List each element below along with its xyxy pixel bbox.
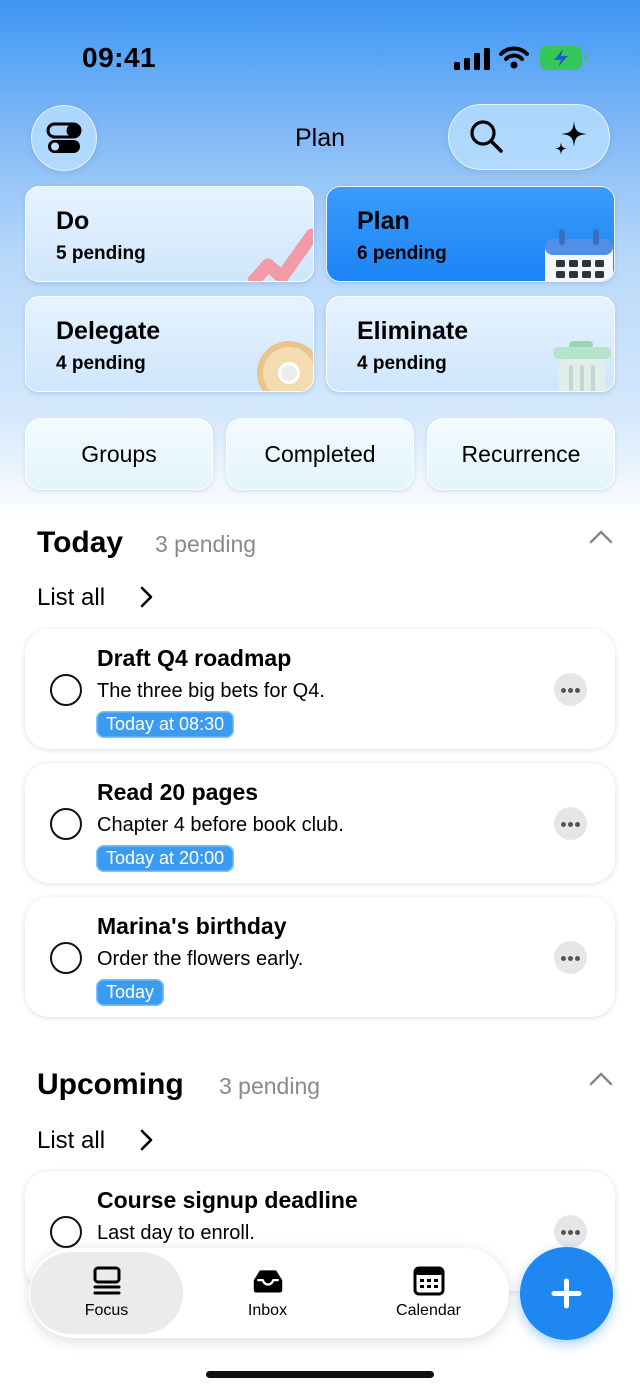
- task-note: Last day to enroll.: [97, 1222, 255, 1244]
- plus-icon: [551, 1278, 582, 1309]
- tab-inbox[interactable]: Inbox: [191, 1252, 344, 1334]
- section-title-today: Today: [37, 526, 124, 559]
- task-note: Order the flowers early.: [97, 948, 304, 970]
- quadrant-plan[interactable]: Plan 6 pending: [326, 186, 615, 282]
- quadrant-title: Do: [56, 207, 90, 235]
- quadrant-count: 4 pending: [357, 353, 447, 374]
- calendar-icon: [545, 229, 613, 281]
- header-actions: [448, 104, 610, 170]
- tab-focus[interactable]: Focus: [30, 1252, 183, 1334]
- inbox-icon: [253, 1270, 282, 1293]
- list-all-upcoming-link[interactable]: List all: [37, 1127, 105, 1155]
- task-card[interactable]: Marina's birthday Order the flowers earl…: [25, 897, 615, 1017]
- quadrant-do[interactable]: Do 5 pending: [25, 186, 314, 282]
- more-options-icon[interactable]: [554, 807, 587, 840]
- chart-icon: [248, 228, 313, 281]
- sparkles-icon[interactable]: [551, 117, 591, 157]
- complete-radio[interactable]: [50, 1216, 82, 1248]
- section-count-upcoming: 3 pending: [219, 1073, 321, 1099]
- task-title: Draft Q4 roadmap: [97, 645, 292, 671]
- tab-label: Inbox: [247, 1302, 288, 1319]
- status-time: 09:41: [82, 42, 157, 73]
- search-icon[interactable]: [467, 117, 507, 157]
- quadrant-delegate[interactable]: Delegate 4 pending: [25, 296, 314, 392]
- complete-radio[interactable]: [50, 942, 82, 974]
- task-title: Marina's birthday: [97, 913, 287, 939]
- chevron-right-icon[interactable]: [140, 586, 154, 608]
- status-bar: 09:41: [0, 0, 640, 110]
- quadrant-count: 5 pending: [56, 243, 146, 264]
- more-options-icon[interactable]: [554, 1215, 587, 1248]
- quadrant-title: Plan: [357, 207, 410, 235]
- due-badge: Today at 20:00: [96, 845, 235, 872]
- task-card[interactable]: Read 20 pages Chapter 4 before book club…: [25, 763, 615, 883]
- complete-radio[interactable]: [50, 808, 82, 840]
- quadrant-count: 6 pending: [357, 243, 447, 264]
- task-title: Course signup deadline: [97, 1187, 358, 1213]
- trash-icon: [553, 341, 611, 391]
- home-indicator: [206, 1371, 434, 1378]
- complete-radio[interactable]: [50, 674, 82, 706]
- task-card[interactable]: Draft Q4 roadmap The three big bets for …: [25, 629, 615, 749]
- tab-label: Focus: [84, 1302, 129, 1319]
- add-task-button[interactable]: [520, 1247, 613, 1340]
- battery-charging-icon: [540, 46, 588, 70]
- task-title: Read 20 pages: [97, 779, 259, 805]
- tab-bar: Focus Inbox Calendar: [29, 1248, 509, 1338]
- filter-completed-button[interactable]: Completed: [226, 418, 414, 490]
- chevron-up-icon[interactable]: [589, 530, 613, 544]
- wifi-icon: [499, 46, 529, 69]
- quadrant-title: Eliminate: [357, 317, 469, 345]
- chevron-up-icon[interactable]: [589, 1072, 613, 1086]
- donut-icon: [257, 341, 313, 391]
- quadrant-eliminate[interactable]: Eliminate 4 pending: [326, 296, 615, 392]
- quadrant-count: 4 pending: [56, 353, 146, 374]
- section-count-today: 3 pending: [155, 531, 257, 557]
- calendar-icon: [413, 1266, 444, 1296]
- tab-label: Calendar: [396, 1302, 461, 1319]
- chevron-right-icon[interactable]: [140, 1129, 154, 1151]
- section-title-upcoming: Upcoming: [37, 1068, 184, 1101]
- filter-recurrence-button[interactable]: Recurrence: [427, 418, 615, 490]
- task-note: Chapter 4 before book club.: [97, 814, 344, 836]
- more-options-icon[interactable]: [554, 941, 587, 974]
- task-note: The three big bets for Q4.: [97, 680, 325, 702]
- more-options-icon[interactable]: [554, 673, 587, 706]
- due-badge: Today: [96, 979, 165, 1006]
- list-all-today-link[interactable]: List all: [37, 584, 105, 612]
- quadrant-title: Delegate: [56, 317, 161, 345]
- focus-icon: [93, 1266, 120, 1295]
- filter-groups-button[interactable]: Groups: [25, 418, 213, 490]
- tab-calendar[interactable]: Calendar: [352, 1252, 505, 1334]
- cellular-signal-icon: [454, 48, 490, 70]
- due-badge: Today at 08:30: [96, 711, 235, 738]
